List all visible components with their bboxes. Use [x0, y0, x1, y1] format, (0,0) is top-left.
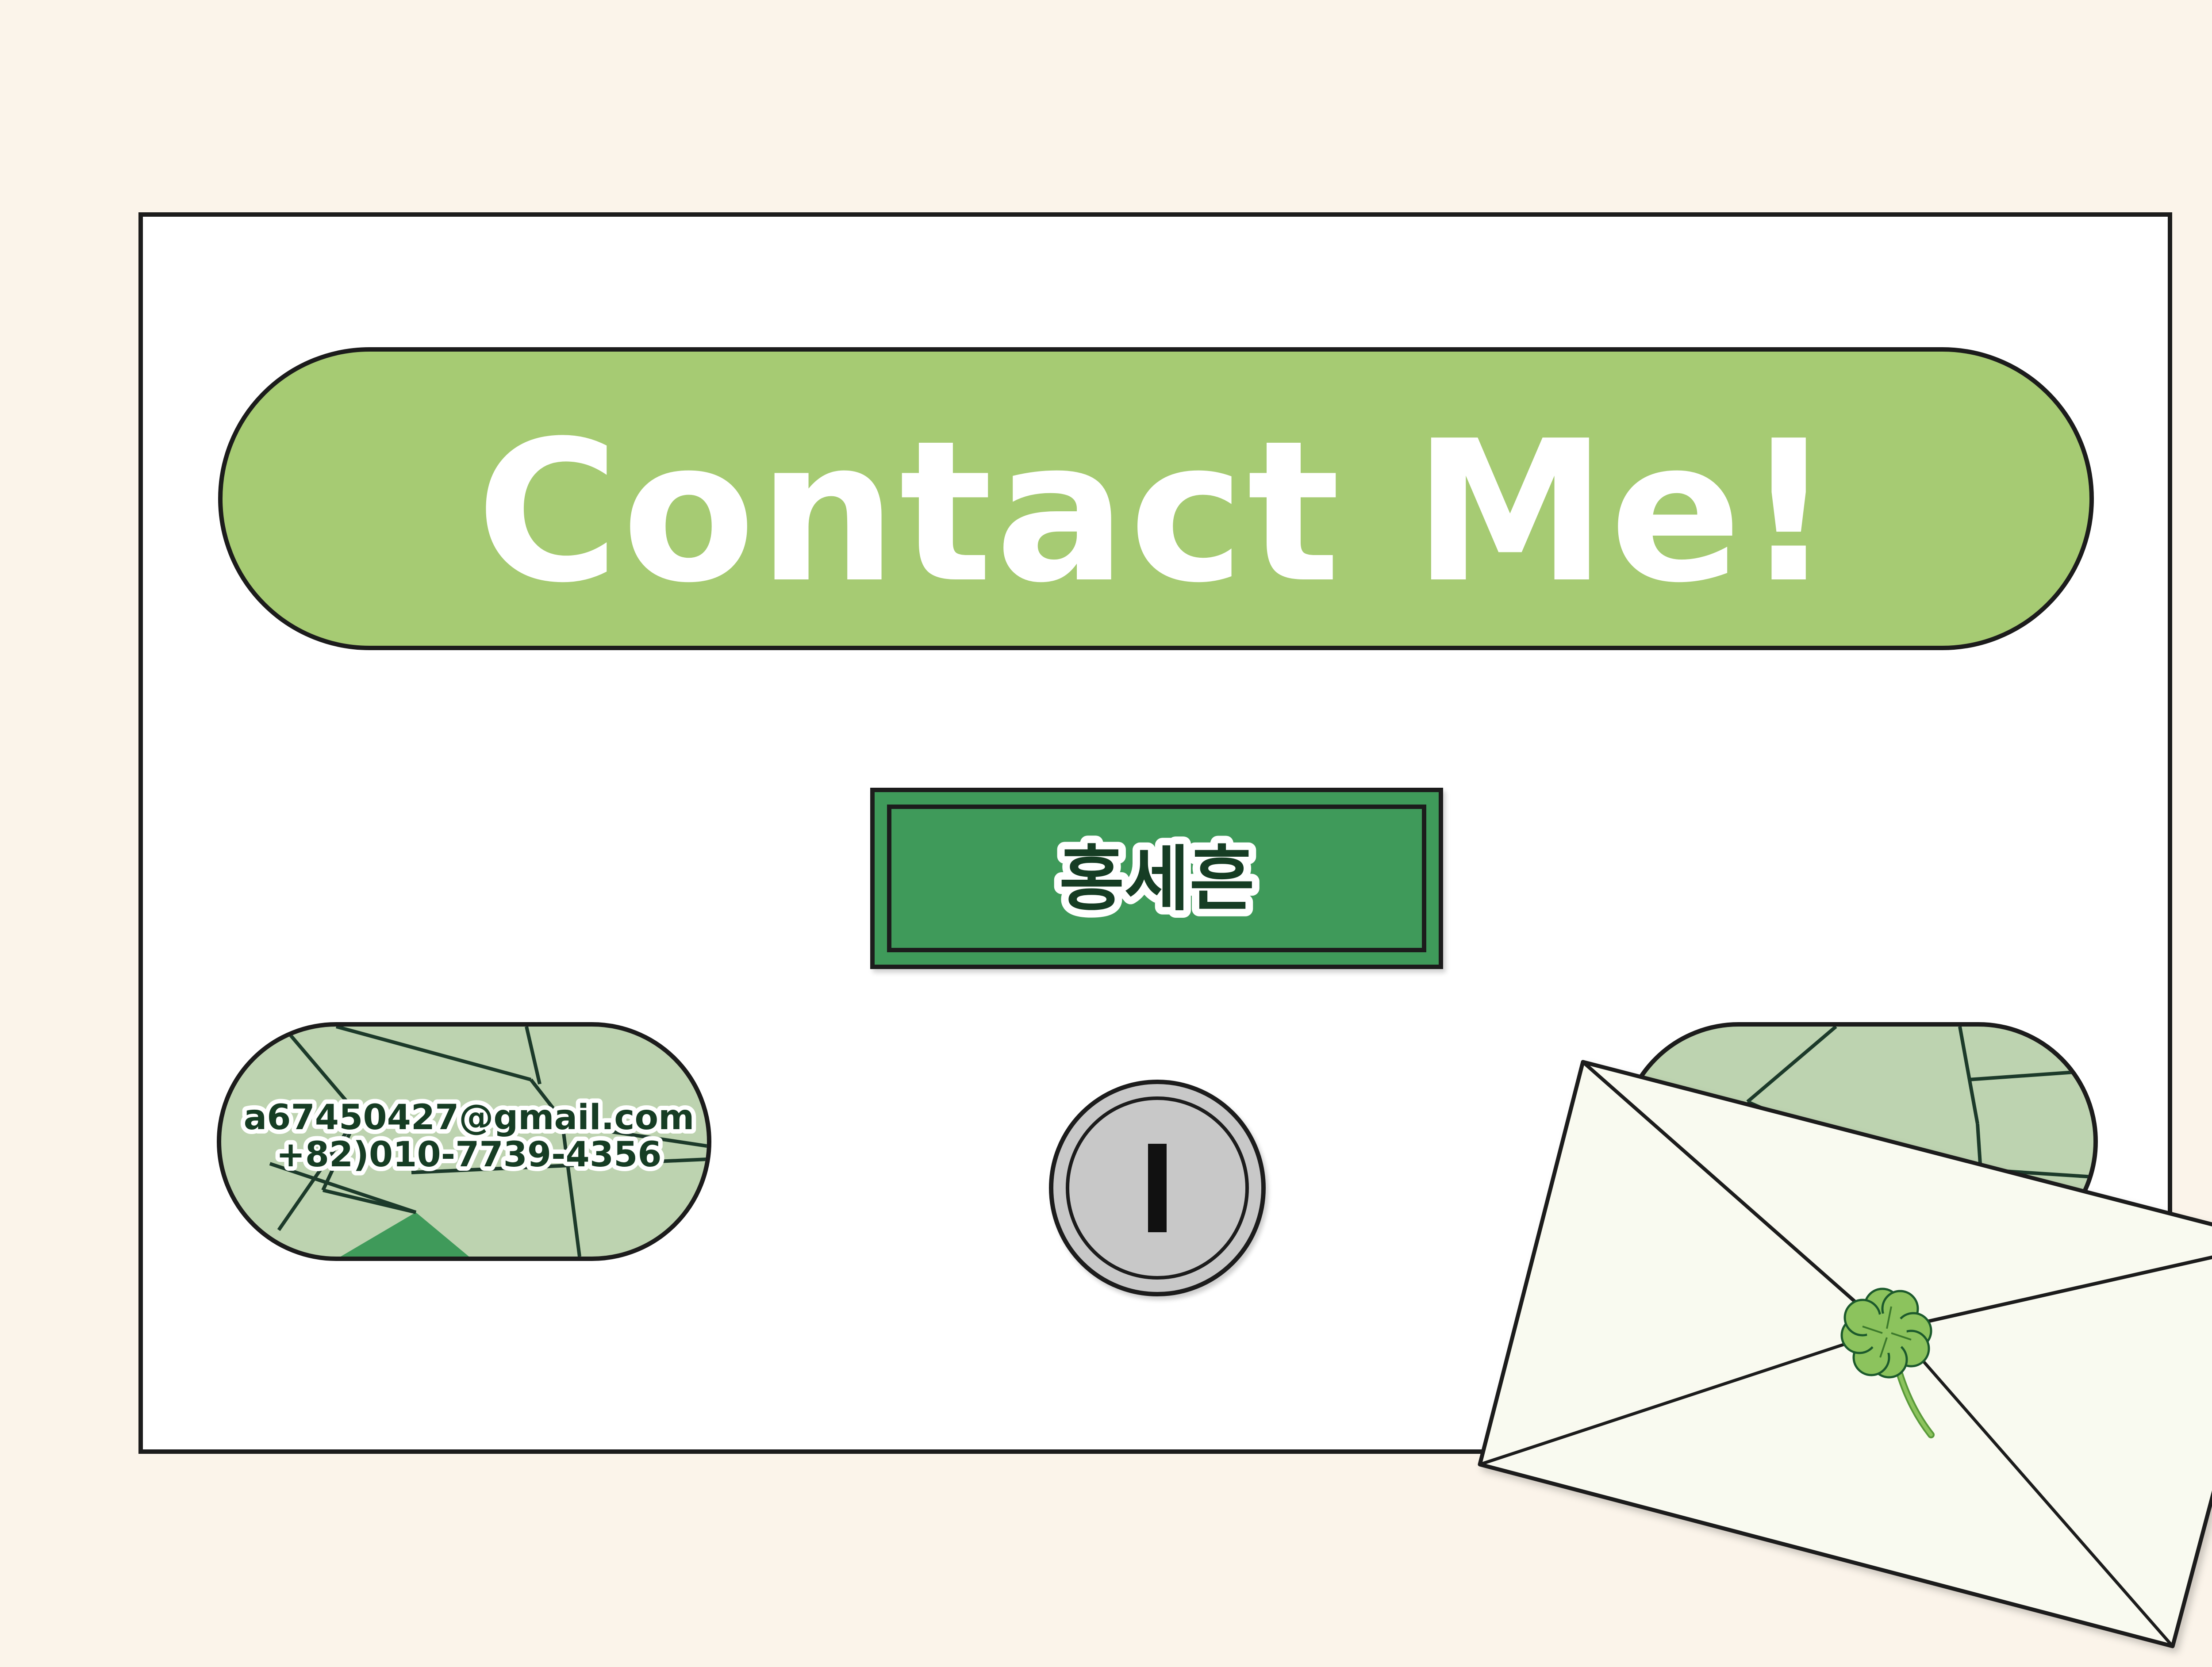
- contact-info-pill[interactable]: a67450427@gmail.com a67450427@gmail.com …: [217, 1022, 711, 1261]
- phone-text: +82)010-7739-4356: [276, 1135, 661, 1175]
- name-graphic: 홍세흔 홍세흔: [1052, 830, 1262, 928]
- page-title: Contact Me!: [476, 399, 1836, 625]
- contact-text-graphic: a67450427@gmail.com a67450427@gmail.com …: [239, 1093, 699, 1179]
- coin-button[interactable]: [1049, 1080, 1266, 1296]
- decorative-pill: [1619, 1022, 2098, 1261]
- email-text: a67450427@gmail.com: [244, 1098, 695, 1138]
- map-pattern-right: [1711, 1027, 2093, 1257]
- coin-icon: [1148, 1144, 1167, 1232]
- name-text: 홍세흔: [1059, 838, 1255, 920]
- name-button[interactable]: 홍세흔 홍세흔: [870, 788, 1443, 969]
- title-banner: Contact Me!: [218, 347, 2094, 650]
- title-graphic: Contact Me!: [476, 399, 1836, 625]
